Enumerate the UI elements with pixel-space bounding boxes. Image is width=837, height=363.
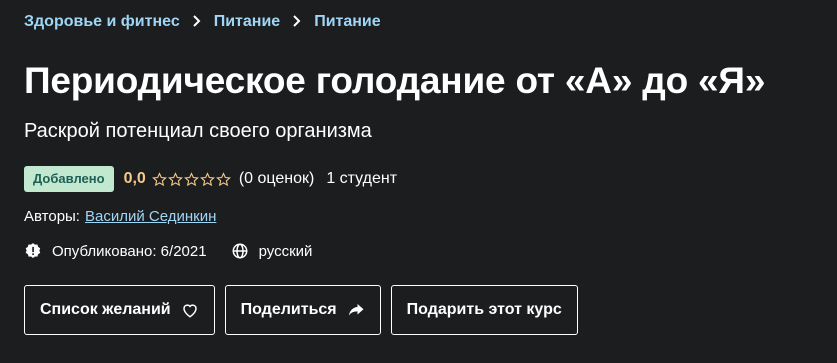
published-date-text: Опубликовано: 6/2021: [52, 242, 207, 260]
published-date: Опубликовано: 6/2021: [24, 242, 207, 260]
chevron-right-icon: [192, 14, 202, 30]
share-button-label: Поделиться: [240, 301, 337, 318]
author-link[interactable]: Василий Сединкин: [85, 208, 216, 225]
language-text: русский: [258, 242, 313, 260]
breadcrumb: Здоровье и фитнес Питание Питание: [24, 13, 381, 31]
breadcrumb-item-nutrition-topic[interactable]: Питание: [314, 13, 380, 31]
star-outline-icon: [151, 171, 167, 186]
authors-label: Авторы:: [24, 208, 80, 225]
course-language: русский: [231, 242, 313, 260]
course-subtitle: Раскрой потенциал своего организма: [24, 120, 372, 142]
globe-icon: [231, 242, 249, 260]
rating-stars: [151, 171, 231, 187]
star-outline-icon: [167, 171, 183, 186]
gift-course-button-label: Подарить этот курс: [406, 301, 562, 318]
authors-row: Авторы: Василий Сединкин: [24, 208, 216, 225]
star-outline-icon: [215, 171, 231, 186]
meta-row: Опубликовано: 6/2021 русский: [24, 240, 336, 262]
action-buttons: Список желаний Поделиться Подарить этот …: [24, 285, 578, 335]
share-arrow-icon: [347, 301, 365, 319]
gift-course-button[interactable]: Подарить этот курс: [390, 285, 578, 335]
rating-count-link[interactable]: (0 оценок): [239, 170, 315, 188]
page-title: Периодическое голодание от «А» до «Я»: [24, 60, 766, 101]
breadcrumb-item-health-fitness[interactable]: Здоровье и фитнес: [24, 13, 180, 31]
star-outline-icon: [199, 171, 215, 186]
chevron-right-icon: [292, 14, 302, 30]
status-badge: Добавлено: [24, 166, 114, 192]
alert-badge-icon: [24, 242, 42, 260]
student-count: 1 студент: [326, 170, 398, 187]
star-outline-icon: [183, 171, 199, 186]
rating-row: Добавлено 0,0 (0 оценок) 1 студент: [24, 166, 397, 192]
wishlist-button[interactable]: Список желаний: [24, 285, 215, 335]
heart-outline-icon: [181, 301, 199, 319]
share-button[interactable]: Поделиться: [224, 285, 381, 335]
wishlist-button-label: Список желаний: [40, 301, 171, 318]
rating-score: 0,0: [123, 170, 146, 187]
breadcrumb-item-nutrition[interactable]: Питание: [214, 13, 280, 31]
